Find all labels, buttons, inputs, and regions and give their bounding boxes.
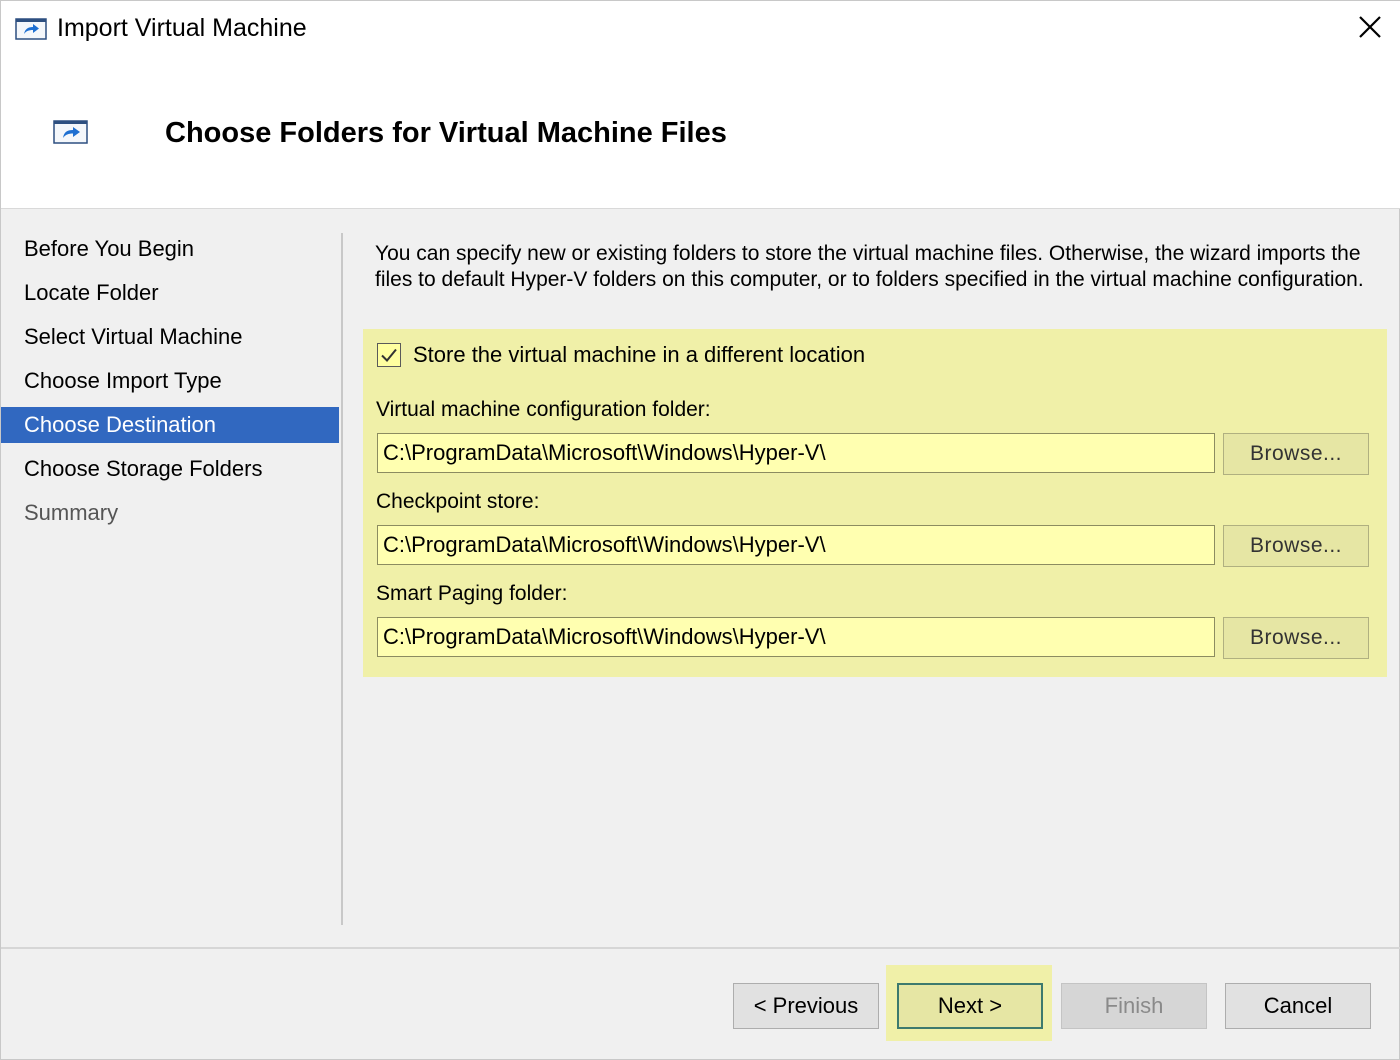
config-folder-input[interactable]	[377, 433, 1215, 473]
nav-item-choose-storage-folders[interactable]: Choose Storage Folders	[1, 451, 339, 487]
wizard-header: Choose Folders for Virtual Machine Files	[1, 57, 1400, 209]
config-folder-browse-button[interactable]: Browse...	[1223, 433, 1369, 475]
next-button[interactable]: Next >	[897, 983, 1043, 1029]
nav-item-select-virtual-machine[interactable]: Select Virtual Machine	[1, 319, 339, 355]
smart-paging-label: Smart Paging folder:	[376, 582, 568, 605]
smart-paging-browse-button[interactable]: Browse...	[1223, 617, 1369, 659]
title-bar: Import Virtual Machine	[1, 1, 1400, 57]
import-vm-icon	[15, 17, 47, 46]
nav-item-before-you-begin[interactable]: Before You Begin	[1, 231, 339, 267]
nav-divider	[341, 233, 343, 925]
checkmark-icon	[381, 348, 397, 362]
page-title: Choose Folders for Virtual Machine Files	[165, 117, 727, 149]
smart-paging-input[interactable]	[377, 617, 1215, 657]
nav-item-summary[interactable]: Summary	[1, 495, 339, 531]
checkpoint-store-browse-button[interactable]: Browse...	[1223, 525, 1369, 567]
nav-item-choose-import-type[interactable]: Choose Import Type	[1, 363, 339, 399]
close-icon[interactable]	[1347, 7, 1393, 49]
different-location-option[interactable]: Store the virtual machine in a different…	[377, 341, 865, 369]
finish-button: Finish	[1061, 983, 1207, 1029]
close-button[interactable]	[1347, 7, 1393, 49]
import-vm-dialog: Import Virtual Machine Choose Folders fo…	[0, 0, 1400, 1060]
checkpoint-store-label: Checkpoint store:	[376, 490, 540, 513]
import-vm-header-icon	[53, 119, 89, 150]
config-folder-label: Virtual machine configuration folder:	[376, 398, 711, 421]
window-title: Import Virtual Machine	[57, 14, 307, 42]
wizard-steps-nav: Before You Begin Locate Folder Select Vi…	[1, 231, 339, 539]
nav-item-locate-folder[interactable]: Locate Folder	[1, 275, 339, 311]
previous-button[interactable]: < Previous	[733, 983, 879, 1029]
different-location-checkbox[interactable]	[377, 343, 401, 367]
different-location-label[interactable]: Store the virtual machine in a different…	[413, 342, 865, 368]
description-text: You can specify new or existing folders …	[375, 242, 1364, 291]
checkpoint-store-input[interactable]	[377, 525, 1215, 565]
cancel-button[interactable]: Cancel	[1225, 983, 1371, 1029]
footer-divider	[1, 947, 1400, 949]
nav-item-choose-destination[interactable]: Choose Destination	[1, 407, 339, 443]
